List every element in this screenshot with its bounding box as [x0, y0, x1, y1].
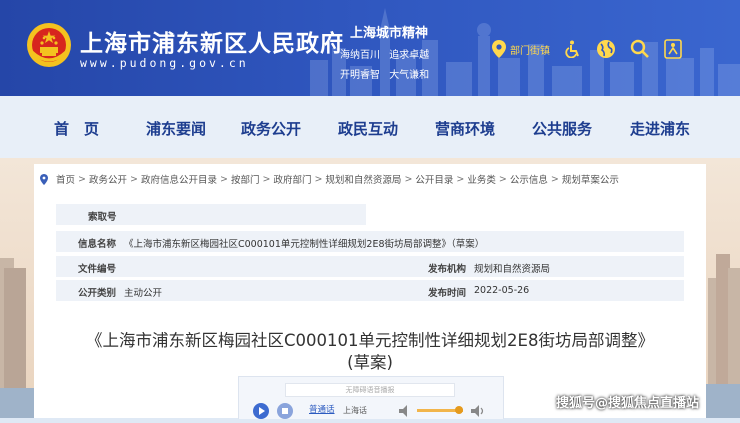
breadcrumb-home[interactable]: 首页	[56, 172, 75, 186]
breadcrumb-business-type[interactable]: 业务类	[467, 172, 496, 186]
watermark-text: 搜狐号@搜狐焦点直播站	[556, 396, 700, 411]
breadcrumb: 首页 > 政务公开 > 政府信息公开目录 > 按部门 > 政府部门 > 规划和自然资源局 >…	[40, 170, 619, 188]
nav-item-interaction[interactable]: 政民互动	[338, 118, 398, 139]
content-panel: 首页 > 政务公开 > 政府信息公开目录 > 按部门 > 政府部门 > 规划和自然资源局 >…	[34, 164, 706, 419]
breadcrumb-current[interactable]: 规划草案公示	[562, 172, 619, 186]
breadcrumb-separator: >	[456, 173, 465, 185]
nav-item-business[interactable]: 营商环境	[435, 118, 495, 139]
breadcrumb-by-department[interactable]: 按部门	[231, 172, 260, 186]
city-spirit-block: 上海城市精神 海纳百川 追求卓越 开明睿智 大气谦和	[340, 22, 435, 81]
national-emblem-icon	[27, 23, 71, 67]
breadcrumb-separator: >	[262, 173, 271, 185]
volume-high-icon	[471, 405, 484, 417]
voice-search-field[interactable]: 无障碍语音播报	[285, 383, 455, 397]
search-button[interactable]	[630, 39, 650, 59]
care-mode-button[interactable]	[664, 39, 682, 59]
info-row-index: 索取号	[56, 204, 366, 225]
name-value: 《上海市浦东新区梅园社区C000101单元控制性详细规划2E8街坊局部调整》（草…	[124, 239, 485, 250]
nav-item-about[interactable]: 走进浦东	[630, 118, 690, 139]
audio-player: 无障碍语音播报 普通话 上海话	[238, 376, 504, 419]
language-globe-button[interactable]	[596, 39, 616, 59]
department-town-link[interactable]: 部门街镇	[492, 40, 550, 58]
accessibility-button[interactable]	[564, 40, 582, 58]
breadcrumb-gov-affairs[interactable]: 政务公开	[89, 172, 127, 186]
header-tools: 部门街镇	[492, 36, 696, 62]
breadcrumb-gov-departments[interactable]: 政府部门	[273, 172, 311, 186]
location-pin-icon	[492, 40, 506, 58]
doc-no-label: 文件编号	[78, 264, 117, 275]
voice-shanghainese-option[interactable]: 上海话	[343, 405, 367, 416]
stop-icon	[282, 408, 288, 414]
volume-low-icon	[399, 405, 407, 417]
info-row-name: 信息名称 《上海市浦东新区梅园社区C000101单元控制性详细规划2E8街坊局部…	[56, 231, 684, 252]
breadcrumb-planning-bureau[interactable]: 规划和自然资源局	[325, 172, 401, 186]
date-label: 发布时间	[428, 288, 467, 299]
breadcrumb-catalog[interactable]: 政府信息公开目录	[141, 172, 217, 186]
info-row-category-date: 公开类别 主动公开 发布时间 2022-05-26	[56, 280, 684, 301]
index-label: 索取号	[88, 212, 117, 223]
document-title-line-1: 《上海市浦东新区梅园社区C000101单元控制性详细规划2E8街坊局部调整》	[86, 331, 654, 350]
city-spirit-phrase: 海纳百川	[340, 50, 380, 61]
wheelchair-icon	[565, 40, 579, 58]
city-spirit-title: 上海城市精神	[350, 26, 429, 41]
breadcrumb-separator: >	[130, 173, 138, 185]
breadcrumb-separator: >	[404, 173, 413, 185]
breadcrumb-separator: >	[78, 173, 86, 185]
nav-item-home[interactable]: 首 页	[54, 118, 99, 139]
city-spirit-line-2: 开明睿智 大气谦和	[340, 66, 435, 81]
nav-item-gov-affairs[interactable]: 政务公开	[241, 118, 301, 139]
publisher-label: 发布机构	[428, 264, 467, 275]
breadcrumb-public-catalog[interactable]: 公开目录	[415, 172, 453, 186]
voice-mandarin-option[interactable]: 普通话	[309, 403, 335, 415]
elderly-care-icon	[664, 39, 682, 59]
nav-item-services[interactable]: 公共服务	[532, 118, 592, 139]
department-town-label: 部门街镇	[510, 45, 550, 57]
publisher-value: 规划和自然资源局	[474, 264, 551, 275]
name-label: 信息名称	[78, 239, 117, 250]
volume-slider-knob[interactable]	[455, 406, 463, 414]
globe-icon	[597, 40, 615, 58]
site-url: www.pudong.gov.cn	[80, 56, 249, 70]
breadcrumb-separator: >	[314, 173, 323, 185]
nav-item-news[interactable]: 浦东要闻	[146, 118, 206, 139]
category-value: 主动公开	[124, 288, 163, 299]
stop-button[interactable]	[277, 403, 293, 419]
location-pin-icon	[40, 173, 48, 185]
breadcrumb-separator: >	[498, 173, 507, 185]
info-row-doc-publisher: 文件编号 发布机构 规划和自然资源局	[56, 256, 684, 277]
document-title-line-2: (草案)	[347, 353, 393, 372]
document-title: 《上海市浦东新区梅园社区C000101单元控制性详细规划2E8街坊局部调整》 (…	[34, 330, 706, 374]
site-title[interactable]: 上海市浦东新区人民政府	[80, 24, 344, 58]
city-spirit-phrase: 追求卓越	[389, 50, 430, 61]
play-button[interactable]	[253, 403, 269, 419]
breadcrumb-notices[interactable]: 公示信息	[510, 172, 548, 186]
volume-slider[interactable]	[417, 406, 463, 414]
breadcrumb-separator: >	[550, 173, 559, 185]
city-spirit-line-1: 海纳百川 追求卓越	[340, 46, 435, 61]
city-spirit-phrase: 大气谦和	[389, 70, 430, 81]
main-nav: 首 页 浦东要闻 政务公开 政民互动 营商环境 公共服务 走进浦东	[0, 96, 740, 159]
date-value: 2022-05-26	[474, 285, 530, 296]
city-spirit-phrase: 开明睿智	[340, 70, 380, 81]
breadcrumb-separator: >	[219, 173, 228, 185]
play-icon	[259, 407, 265, 415]
search-icon	[630, 39, 649, 58]
site-header: 上海市浦东新区人民政府 www.pudong.gov.cn 上海城市精神 海纳百…	[0, 0, 740, 96]
category-label: 公开类别	[78, 288, 117, 299]
